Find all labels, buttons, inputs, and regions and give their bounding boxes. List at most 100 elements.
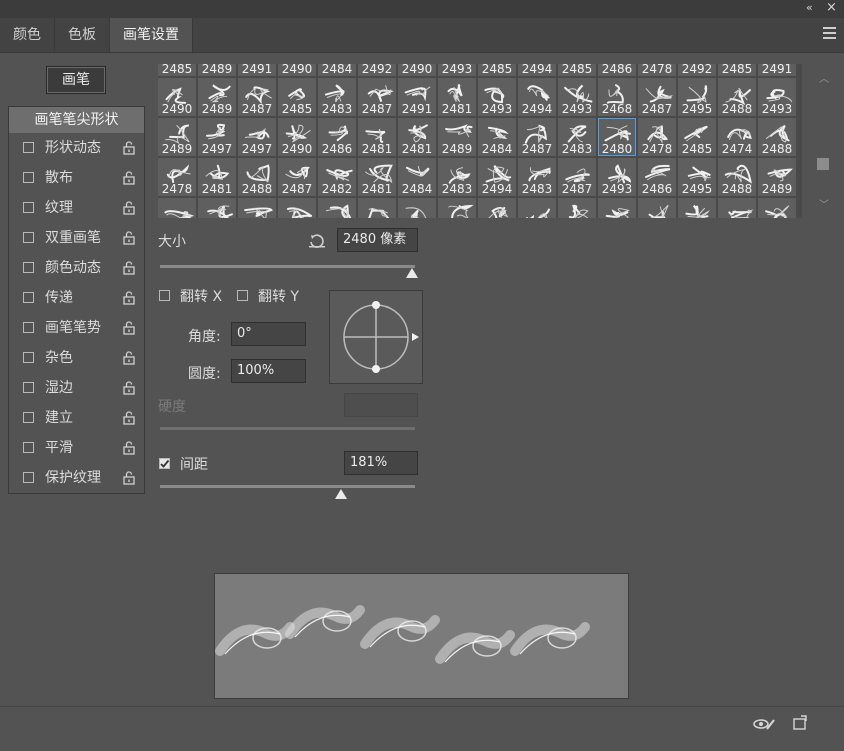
- spacing-slider[interactable]: [160, 485, 415, 488]
- brush-tip-cell[interactable]: 2481: [198, 158, 237, 197]
- unlock-icon[interactable]: [122, 261, 136, 275]
- brush-tip-cell[interactable]: 2495: [678, 78, 717, 117]
- sidebar-item[interactable]: 杂色: [9, 343, 144, 373]
- close-icon[interactable]: ×: [826, 0, 837, 15]
- sidebar-item-checkbox[interactable]: [23, 472, 34, 483]
- sidebar-item-checkbox[interactable]: [23, 262, 34, 273]
- brush-tip-cell[interactable]: 2486: [638, 158, 677, 197]
- brush-tip-cell[interactable]: 2487: [638, 78, 677, 117]
- scroll-thumb[interactable]: [817, 158, 829, 170]
- brush-tip-cell[interactable]: [638, 198, 677, 218]
- brush-tip-cell[interactable]: 2484: [478, 118, 517, 157]
- brush-tip-cell[interactable]: 2494: [518, 64, 557, 77]
- unlock-icon[interactable]: [122, 381, 136, 395]
- brush-tip-cell[interactable]: [278, 198, 317, 218]
- unlock-icon[interactable]: [122, 201, 136, 215]
- sidebar-item[interactable]: 双重画笔: [9, 223, 144, 253]
- brush-tip-cell[interactable]: 2483: [438, 158, 477, 197]
- brush-tip-cell[interactable]: 2488: [238, 158, 277, 197]
- brush-tip-cell[interactable]: [398, 198, 437, 218]
- brush-tip-cell[interactable]: 2483: [318, 78, 357, 117]
- sidebar-item[interactable]: 形状动态: [9, 133, 144, 163]
- tab-brush-settings[interactable]: 画笔设置: [110, 18, 193, 52]
- unlock-icon[interactable]: [122, 291, 136, 305]
- size-slider[interactable]: [160, 265, 415, 268]
- tab-color[interactable]: 颜色: [0, 18, 55, 52]
- brush-tip-cell[interactable]: 2490: [278, 64, 317, 77]
- sidebar-item-checkbox[interactable]: [23, 322, 34, 333]
- brush-tip-cell[interactable]: 2486: [598, 64, 637, 77]
- sidebar-item[interactable]: 平滑: [9, 433, 144, 463]
- brush-tip-cell[interactable]: 2483: [558, 118, 597, 157]
- sidebar-item[interactable]: 传递: [9, 283, 144, 313]
- brush-tip-cell[interactable]: 2485: [158, 64, 197, 77]
- brush-tip-cell[interactable]: [758, 198, 797, 218]
- sidebar-item[interactable]: 散布: [9, 163, 144, 193]
- brush-tip-cell[interactable]: 2481: [358, 158, 397, 197]
- brush-tip-cell[interactable]: 2485: [678, 118, 717, 157]
- spacing-slider-thumb[interactable]: [335, 489, 348, 499]
- sidebar-item[interactable]: 画笔笔势: [9, 313, 144, 343]
- brush-tip-cell[interactable]: 2488: [718, 78, 757, 117]
- sidebar-item-checkbox[interactable]: [23, 442, 34, 453]
- sidebar-item[interactable]: 颜色动态: [9, 253, 144, 283]
- brush-tip-cell[interactable]: [558, 198, 597, 218]
- toggle-live-tip-icon[interactable]: [752, 716, 776, 732]
- roundness-input[interactable]: 100%: [231, 359, 306, 383]
- brush-tip-cell[interactable]: 2489: [198, 78, 237, 117]
- sidebar-item-checkbox[interactable]: [23, 232, 34, 243]
- collapse-icon[interactable]: «: [806, 1, 813, 14]
- flip-y-checkbox[interactable]: [237, 290, 248, 301]
- tab-swatches[interactable]: 色板: [55, 18, 110, 52]
- sidebar-item-checkbox[interactable]: [23, 292, 34, 303]
- brush-tip-cell[interactable]: 2489: [758, 158, 797, 197]
- brush-tip-cell[interactable]: 2492: [358, 64, 397, 77]
- brush-tip-cell[interactable]: 2484: [398, 158, 437, 197]
- brush-tip-cell[interactable]: 2494: [518, 78, 557, 117]
- brush-tip-cell[interactable]: 2478: [638, 118, 677, 157]
- unlock-icon[interactable]: [122, 441, 136, 455]
- brush-tip-cell[interactable]: 2484: [318, 64, 357, 77]
- brush-tip-cell[interactable]: 2491: [758, 64, 797, 77]
- angle-roundness-widget[interactable]: [329, 290, 423, 384]
- brush-tip-cell[interactable]: [718, 198, 757, 218]
- brush-tip-cell[interactable]: 2491: [238, 64, 277, 77]
- unlock-icon[interactable]: [122, 471, 136, 485]
- brush-tip-cell[interactable]: 2489: [198, 64, 237, 77]
- brush-tip-cell[interactable]: 2487: [518, 118, 557, 157]
- scroll-up-icon[interactable]: ︿: [819, 70, 829, 85]
- brush-tip-cell[interactable]: 2487: [558, 158, 597, 197]
- sidebar-item[interactable]: 保护纹理: [9, 463, 144, 493]
- brush-tip-cell[interactable]: 2495: [678, 158, 717, 197]
- brush-tip-cell[interactable]: 2478: [638, 64, 677, 77]
- reset-size-icon[interactable]: [307, 233, 327, 249]
- brush-tip-cell[interactable]: 2486: [318, 118, 357, 157]
- brush-tip-cell[interactable]: 2481: [358, 118, 397, 157]
- brush-tip-cell[interactable]: 2485: [278, 78, 317, 117]
- brush-tip-cell[interactable]: [438, 198, 477, 218]
- brush-tip-cell[interactable]: 2485: [478, 64, 517, 77]
- scroll-down-icon[interactable]: ﹀: [819, 196, 829, 211]
- brush-tip-cell[interactable]: 2481: [398, 118, 437, 157]
- brush-tip-cell[interactable]: 2490: [278, 118, 317, 157]
- brush-tip-cell[interactable]: 2483: [518, 158, 557, 197]
- brush-tip-cell[interactable]: 2481: [438, 78, 477, 117]
- size-input[interactable]: 2480 像素: [337, 228, 418, 252]
- sidebar-item[interactable]: 湿边: [9, 373, 144, 403]
- brush-tip-cell[interactable]: [598, 198, 637, 218]
- brush-tip-cell[interactable]: 2482: [318, 158, 357, 197]
- brush-tip-cell[interactable]: 2485: [558, 64, 597, 77]
- brush-tip-cell[interactable]: 2489: [158, 118, 197, 157]
- sidebar-item-checkbox[interactable]: [23, 382, 34, 393]
- brush-tip-cell[interactable]: 2491: [398, 78, 437, 117]
- brush-tip-cell[interactable]: [318, 198, 357, 218]
- brush-tip-cell[interactable]: 2487: [278, 158, 317, 197]
- brush-tip-cell[interactable]: 2490: [158, 78, 197, 117]
- brush-tip-cell[interactable]: 2480: [598, 118, 637, 157]
- brush-tip-cell[interactable]: [198, 198, 237, 218]
- brush-tip-cell[interactable]: 2487: [238, 78, 277, 117]
- unlock-icon[interactable]: [122, 171, 136, 185]
- unlock-icon[interactable]: [122, 411, 136, 425]
- brush-tip-cell[interactable]: [358, 198, 397, 218]
- brush-tip-cell[interactable]: 2489: [438, 118, 477, 157]
